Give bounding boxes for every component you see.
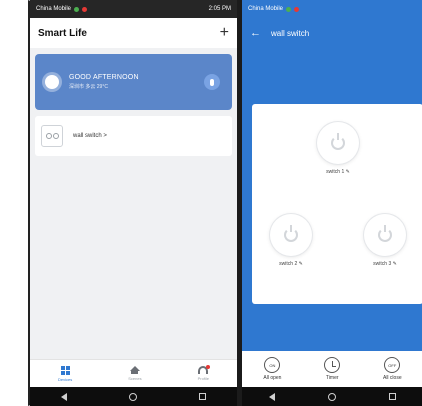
app-title: Smart Life (38, 27, 87, 39)
carrier-label: China Mobile (36, 6, 72, 12)
status-bar: China Mobile 2:05 PM (30, 0, 237, 18)
home-circle-icon[interactable] (129, 392, 137, 401)
notification-icon (74, 6, 80, 12)
microphone-button[interactable] (204, 74, 220, 90)
device-name: wall switch > (73, 133, 107, 139)
switch-label: switch 3 ✎ (373, 261, 397, 267)
system-nav-bar (242, 387, 422, 406)
home-circle-icon[interactable] (327, 392, 336, 401)
tab-label: Scenes (128, 376, 142, 381)
all-open-button[interactable]: ON All open (263, 357, 281, 381)
app-header: Smart Life + (30, 18, 237, 48)
switch-3[interactable]: switch 3 ✎ (364, 214, 406, 267)
power-button[interactable] (364, 214, 406, 256)
switch-device-icon (41, 125, 63, 147)
home-icon (129, 366, 140, 374)
action-label: All open (263, 375, 282, 381)
home-screen: China Mobile 2:05 PM Smart Life + GOOD A… (30, 0, 237, 406)
status-bar: China Mobile (242, 0, 422, 18)
back-icon[interactable] (268, 392, 275, 401)
off-icon: OFF (384, 357, 401, 373)
recents-icon[interactable] (389, 393, 397, 400)
carrier-label: China Mobile (248, 6, 284, 12)
power-icon (378, 225, 392, 242)
alert-icon (82, 6, 88, 12)
device-header: ← wall switch (242, 18, 422, 48)
grid-icon (60, 365, 70, 375)
system-nav-bar (30, 387, 237, 406)
sun-icon (45, 75, 59, 89)
switch-label: switch 2 ✎ (279, 261, 303, 267)
action-bar: ON All open Timer OFF All close (242, 351, 422, 387)
power-icon (284, 225, 298, 242)
greeting-card: GOOD AFTERNOON 深圳市 多云 29°C (35, 54, 232, 110)
on-icon: ON (264, 357, 281, 373)
timer-button[interactable]: Timer (324, 357, 341, 381)
power-button[interactable] (317, 122, 359, 164)
tab-label: Devices (58, 376, 73, 382)
tab-profile[interactable]: Profile (197, 365, 211, 381)
weather-text: 深圳市 多云 29°C (69, 84, 108, 90)
switch-2[interactable]: switch 2 ✎ (270, 214, 312, 267)
switch-panel: switch 1 ✎ switch 2 ✎ switch 3 ✎ (252, 104, 422, 304)
headset-icon (198, 365, 211, 374)
recents-icon[interactable] (199, 393, 206, 400)
tab-label: Profile (197, 376, 209, 381)
tab-scenes[interactable]: Scenes (128, 366, 142, 381)
notification-icon (286, 6, 292, 12)
power-button[interactable] (270, 214, 312, 256)
status-time: 2:05 PM (208, 6, 231, 12)
bottom-tab-bar: Devices Scenes Profile (30, 359, 237, 387)
greeting-text: GOOD AFTERNOON (69, 74, 139, 81)
device-card[interactable]: wall switch > (35, 116, 232, 156)
back-arrow-icon[interactable]: ← (250, 27, 261, 39)
switch-1[interactable]: switch 1 ✎ (317, 122, 359, 175)
add-device-button[interactable]: + (220, 25, 229, 41)
action-label: Timer (325, 375, 339, 381)
device-title: wall switch (271, 28, 310, 38)
alert-icon (294, 6, 300, 12)
switch-label: switch 1 ✎ (326, 169, 350, 175)
power-icon (331, 133, 345, 150)
action-label: All close (382, 375, 402, 381)
all-close-button[interactable]: OFF All close (383, 357, 402, 381)
clock-icon (324, 357, 341, 373)
switch-screen: China Mobile ← wall switch switch 1 ✎ sw… (242, 0, 422, 406)
tab-devices[interactable]: Devices (58, 365, 73, 382)
badge-dot (206, 365, 211, 369)
back-icon[interactable] (61, 392, 67, 401)
microphone-icon (210, 78, 214, 86)
